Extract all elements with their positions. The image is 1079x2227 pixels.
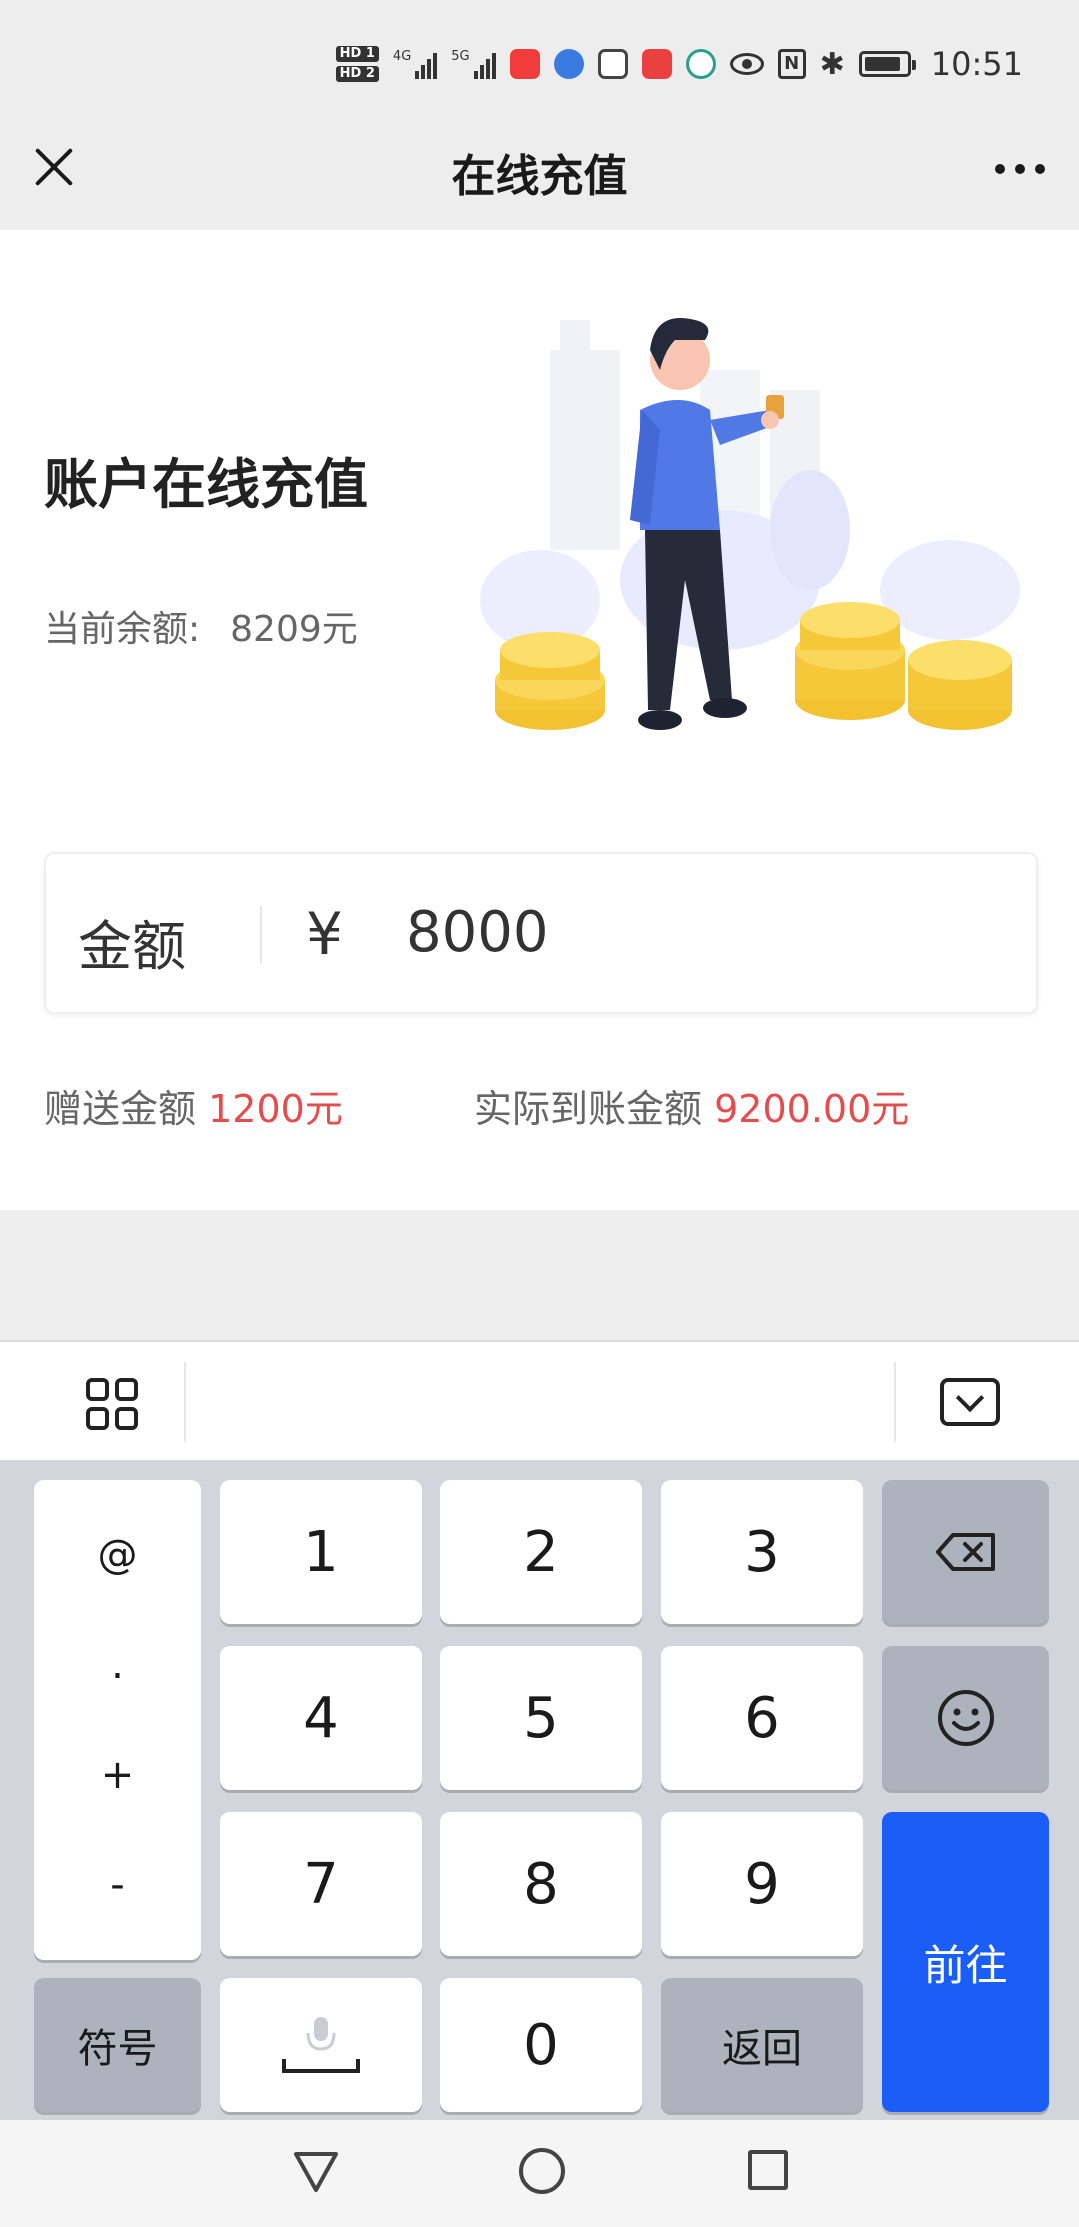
signal-5g-icon: 5G xyxy=(451,49,496,79)
recharge-panel: 账户在线充值 当前余额: 8209元 金额 ¥ 8000 赠送金额 1200元 … xyxy=(0,230,1079,1210)
emoji-button[interactable] xyxy=(882,1646,1049,1790)
key-4[interactable]: 4 xyxy=(220,1646,422,1790)
home-circle-icon[interactable] xyxy=(519,2148,565,2194)
battery-icon xyxy=(858,51,916,77)
divider xyxy=(184,1362,186,1442)
keyboard-toolbar xyxy=(0,1340,1079,1460)
browser-notification-icon xyxy=(553,49,584,79)
app-notification-icon xyxy=(509,49,540,79)
actual-amount: 实际到账金额 9200.00元 xyxy=(474,1078,909,1133)
hd1-badge: HD 1 xyxy=(335,46,379,62)
key-6[interactable]: 6 xyxy=(661,1646,863,1790)
clock: 10:51 xyxy=(930,45,1023,83)
recent-apps-icon[interactable] xyxy=(748,2150,788,2190)
key-8[interactable]: 8 xyxy=(440,1812,642,1956)
divider xyxy=(260,906,262,964)
keyboard-hide-icon[interactable] xyxy=(940,1378,1000,1426)
eye-comfort-icon xyxy=(729,53,764,75)
bonus-amount: 赠送金额 1200元 xyxy=(44,1078,343,1133)
go-button[interactable]: 前往 xyxy=(882,1812,1049,2112)
return-button[interactable]: 返回 xyxy=(661,1978,863,2112)
balance-label: 当前余额: xyxy=(44,609,201,650)
actual-label: 实际到账金额 xyxy=(474,1087,703,1131)
backspace-button[interactable] xyxy=(882,1480,1049,1624)
keyboard-menu-icon[interactable] xyxy=(86,1378,138,1430)
current-balance: 当前余额: 8209元 xyxy=(44,600,358,652)
signal-4g-icon: 4G xyxy=(393,49,438,79)
key-9[interactable]: 9 xyxy=(661,1812,863,1956)
balance-value: 8209元 xyxy=(230,609,358,650)
status-bar: HD 1 HD 2 4G 5G N ✱ 10:51 xyxy=(0,0,1079,112)
key-plus[interactable]: + xyxy=(101,1752,135,1798)
system-nav-bar xyxy=(0,2120,1079,2227)
key-2[interactable]: 2 xyxy=(440,1480,642,1624)
hd2-badge: HD 2 xyxy=(335,66,379,82)
app-notification-icon xyxy=(641,49,672,79)
title-bar: 在线充值 xyxy=(0,112,1079,230)
more-icon[interactable] xyxy=(995,164,1045,174)
nfc-icon: N xyxy=(777,49,806,79)
bluetooth-icon: ✱ xyxy=(819,46,845,82)
key-at[interactable]: @ xyxy=(98,1532,138,1578)
key-0[interactable]: 0 xyxy=(440,1978,642,2112)
search-notification-icon xyxy=(685,49,716,79)
page-title: 在线充值 xyxy=(451,151,628,202)
key-dot[interactable]: . xyxy=(111,1642,124,1688)
voice-input-button[interactable] xyxy=(220,1978,422,2112)
person-with-coins-illustration xyxy=(480,318,1020,730)
symbols-button[interactable]: 符号 xyxy=(34,1978,201,2112)
account-heading: 账户在线充值 xyxy=(44,453,368,516)
smile-icon xyxy=(937,1690,994,1746)
app-notification-icon xyxy=(597,49,628,79)
divider xyxy=(894,1362,896,1442)
key-minus[interactable]: - xyxy=(110,1862,124,1908)
key-5[interactable]: 5 xyxy=(440,1646,642,1790)
key-1[interactable]: 1 xyxy=(220,1480,422,1624)
bonus-value: 1200元 xyxy=(208,1087,343,1131)
key-7[interactable]: 7 xyxy=(220,1812,422,1956)
key-3[interactable]: 3 xyxy=(661,1480,863,1624)
back-triangle-icon[interactable] xyxy=(292,2150,340,2194)
status-icons: HD 1 HD 2 4G 5G N ✱ 10:51 xyxy=(335,34,1023,94)
actual-value: 9200.00元 xyxy=(714,1087,910,1131)
currency-symbol: ¥ xyxy=(306,900,343,968)
symbol-column[interactable]: @ . + - xyxy=(34,1480,201,1960)
hd-indicator: HD 1 HD 2 xyxy=(335,46,379,82)
microphone-icon xyxy=(282,2017,360,2073)
amount-input[interactable]: 8000 xyxy=(406,900,549,965)
backspace-icon xyxy=(935,1533,995,1571)
bonus-label: 赠送金额 xyxy=(44,1087,197,1131)
amount-label: 金额 xyxy=(78,915,186,978)
amount-input-card[interactable]: 金额 ¥ 8000 xyxy=(44,852,1038,1014)
numeric-keypad: @ . + - 1 2 3 4 5 6 7 8 9 前往 符号 0 返回 xyxy=(0,1460,1079,2120)
